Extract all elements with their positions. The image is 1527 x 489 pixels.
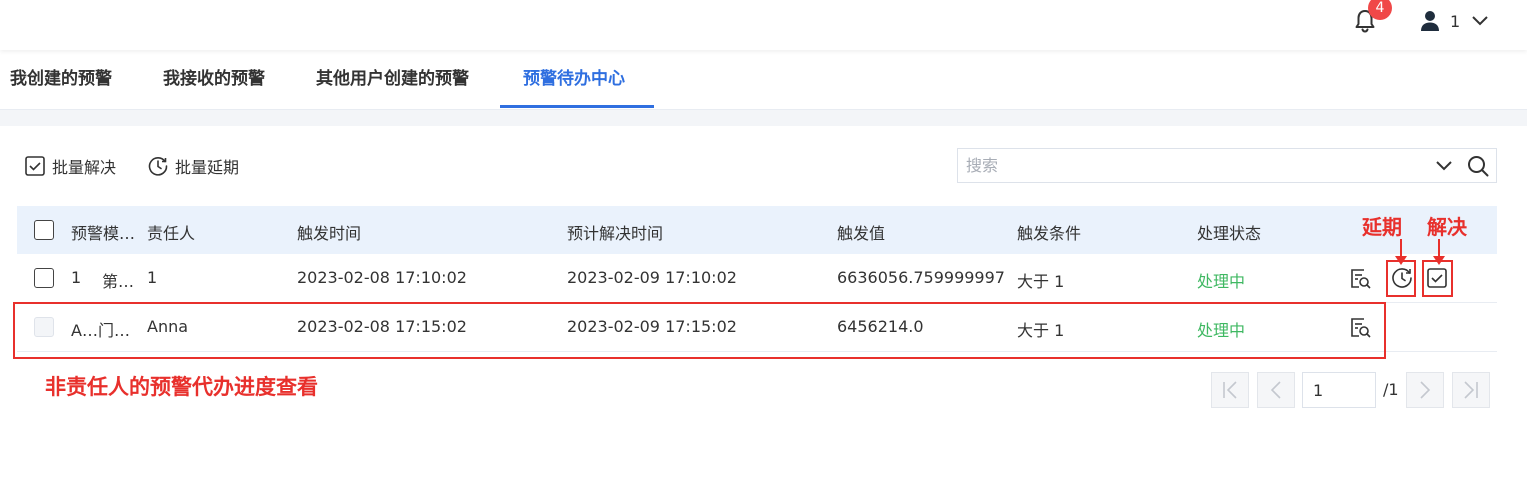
row-checkbox-disabled bbox=[34, 317, 54, 337]
alert-tabs: 我创建的预警 我接收的预警 其他用户创建的预警 预警待办中心 bbox=[0, 50, 1527, 110]
annotation-arrow-icon bbox=[1395, 239, 1407, 265]
top-header: 4 1 bbox=[0, 0, 1527, 50]
tab-my-created[interactable]: 我创建的预警 bbox=[10, 50, 112, 110]
total-pages-label: /1 bbox=[1383, 380, 1399, 399]
row-annotation-text: 非责任人的预警代办进度查看 bbox=[45, 375, 318, 399]
view-detail-icon[interactable] bbox=[1348, 266, 1372, 290]
next-page-button[interactable] bbox=[1406, 372, 1444, 408]
search-box bbox=[957, 148, 1497, 183]
check-square-icon bbox=[25, 156, 45, 176]
alert-model-name: A…门… bbox=[71, 321, 130, 340]
page-number-input[interactable] bbox=[1302, 372, 1376, 408]
chevron-down-icon[interactable] bbox=[1470, 14, 1490, 28]
expected-time-cell: 2023-02-09 17:15:02 bbox=[567, 317, 737, 336]
condition-cell: 大于 1 bbox=[1017, 272, 1065, 291]
view-detail-icon[interactable] bbox=[1348, 315, 1372, 339]
user-menu[interactable]: 1 bbox=[1420, 8, 1490, 34]
last-page-button[interactable] bbox=[1452, 372, 1490, 408]
first-page-button[interactable] bbox=[1211, 372, 1249, 408]
trigger-value-cell: 6636056.759999997 bbox=[837, 268, 1005, 287]
prev-page-button[interactable] bbox=[1257, 372, 1295, 408]
trigger-time-cell: 2023-02-08 17:10:02 bbox=[297, 268, 467, 287]
column-header-alert-model: 预警模… bbox=[71, 224, 136, 243]
batch-resolve-button[interactable]: 批量解决 bbox=[24, 154, 116, 178]
tab-my-received[interactable]: 我接收的预警 bbox=[163, 50, 265, 110]
tab-other-users[interactable]: 其他用户创建的预警 bbox=[316, 50, 469, 110]
resolve-icon[interactable] bbox=[1425, 266, 1449, 290]
search-input[interactable] bbox=[966, 149, 1426, 182]
tab-alert-todo-center[interactable]: 预警待办中心 bbox=[523, 50, 625, 110]
active-tab-indicator bbox=[500, 105, 654, 108]
expected-time-cell: 2023-02-09 17:10:02 bbox=[567, 268, 737, 287]
column-header-trigger-value: 触发值 bbox=[837, 224, 886, 243]
resolve-annotation-label: 解决 bbox=[1427, 215, 1467, 239]
user-avatar-icon bbox=[1421, 11, 1439, 31]
table-row[interactable]: A…门… Anna 2023-02-08 17:15:02 2023-02-09… bbox=[17, 303, 1497, 352]
status-badge: 处理中 bbox=[1197, 321, 1246, 340]
row-checkbox[interactable] bbox=[34, 268, 54, 288]
trigger-value-cell: 6456214.0 bbox=[837, 317, 924, 336]
delay-annotation-label: 延期 bbox=[1362, 215, 1402, 239]
status-badge: 处理中 bbox=[1197, 272, 1246, 291]
owner-cell: Anna bbox=[147, 317, 189, 336]
batch-delay-label: 批量延期 bbox=[175, 158, 240, 177]
column-header-owner: 责任人 bbox=[147, 224, 196, 243]
owner-cell: 1 bbox=[147, 268, 158, 287]
condition-cell: 大于 1 bbox=[1017, 321, 1065, 340]
batch-resolve-label: 批量解决 bbox=[52, 158, 117, 177]
delay-clock-icon bbox=[148, 157, 168, 176]
user-name: 1 bbox=[1450, 11, 1461, 31]
select-all-checkbox[interactable] bbox=[34, 220, 54, 240]
chevron-left-icon bbox=[1270, 381, 1281, 399]
column-header-expected-resolve-time: 预计解决时间 bbox=[567, 224, 664, 243]
last-page-icon bbox=[1464, 381, 1478, 399]
search-icon[interactable] bbox=[1466, 154, 1490, 178]
first-page-icon bbox=[1223, 381, 1237, 399]
chevron-right-icon bbox=[1420, 381, 1431, 399]
chevron-down-icon[interactable] bbox=[1433, 155, 1455, 177]
section-gap bbox=[0, 110, 1527, 126]
batch-delay-button[interactable]: 批量延期 bbox=[147, 154, 239, 178]
table-header: 预警模… 责任人 触发时间 预计解决时间 触发值 触发条件 处理状态 bbox=[17, 206, 1497, 254]
column-header-trigger-time: 触发时间 bbox=[297, 224, 362, 243]
row-index: 1 bbox=[71, 268, 82, 287]
column-header-trigger-condition: 触发条件 bbox=[1017, 224, 1082, 243]
column-header-status: 处理状态 bbox=[1197, 224, 1262, 243]
alert-model-name: 第… bbox=[102, 272, 135, 291]
delay-icon[interactable] bbox=[1390, 266, 1414, 290]
annotation-arrow-icon bbox=[1433, 239, 1445, 265]
table-row[interactable]: 1 第… 1 2023-02-08 17:10:02 2023-02-09 17… bbox=[17, 254, 1497, 303]
trigger-time-cell: 2023-02-08 17:15:02 bbox=[297, 317, 467, 336]
notification-count-badge: 4 bbox=[1368, 0, 1392, 20]
